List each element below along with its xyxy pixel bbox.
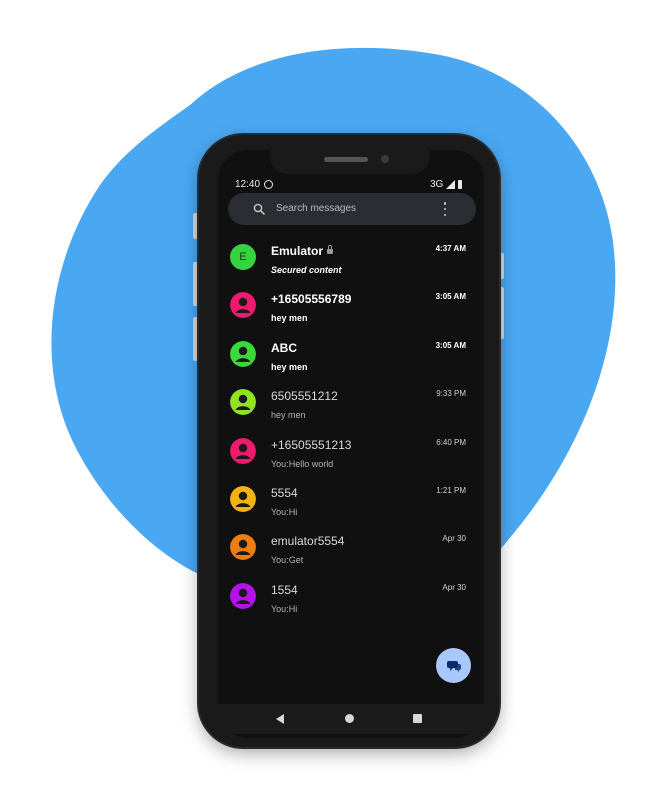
start-chat-button[interactable] xyxy=(436,648,471,683)
conversation-snippet: Secured content xyxy=(271,265,342,275)
conversation-name-text: 6505551212 xyxy=(271,389,338,404)
conversation-time: 9:33 PM xyxy=(436,389,466,399)
conversation-snippet: hey men xyxy=(271,361,308,372)
conversation-time: Apr 30 xyxy=(442,534,466,544)
conversation-name-text: Emulator xyxy=(271,244,324,258)
phone-side-button xyxy=(499,253,504,279)
conversation-time: 1:21 PM xyxy=(436,485,466,495)
conversation-time: Apr 30 xyxy=(442,582,466,592)
conversation-name-text: 1554 xyxy=(271,582,298,597)
avatar: E xyxy=(230,244,256,270)
conversation-time: 3:05 AM xyxy=(435,340,466,350)
conversation-name: 6505551212 xyxy=(271,389,338,403)
stage: 12:40 3G Search messages E Emulator Secure… xyxy=(0,0,672,800)
search-bar[interactable]: Search messages xyxy=(228,193,476,225)
conversation-name-text: +16505556789 xyxy=(271,292,352,307)
conversation-snippet: You:Hi xyxy=(271,603,298,614)
avatar-person-icon xyxy=(230,534,256,561)
start-chat-icon xyxy=(446,660,461,672)
conversation-row[interactable]: 1554 You:Hi Apr 30 xyxy=(218,575,484,623)
conversation-row[interactable]: E Emulator Secured content 4:37 AM xyxy=(218,236,484,284)
status-time: 12:40 xyxy=(235,179,261,190)
phone-camera xyxy=(381,155,389,163)
conversation-name: +16505556789 xyxy=(271,292,351,306)
more-vert-icon[interactable] xyxy=(443,202,447,216)
phone-speaker xyxy=(324,157,368,162)
settings-status-icon xyxy=(264,180,274,189)
conversation-snippet: hey men xyxy=(271,313,308,324)
phone-side-button xyxy=(193,262,198,306)
status-bar-left: 12:40 xyxy=(235,179,274,190)
conversation-snippet: You:Hello world xyxy=(271,458,334,469)
conversation-snippet: You:Get xyxy=(271,555,304,566)
phone-side-button xyxy=(499,287,504,339)
conversation-row[interactable]: +16505556789 hey men 3:05 AM xyxy=(218,284,484,332)
conversation-name: ABC xyxy=(271,341,297,355)
conversation-name: Emulator xyxy=(271,244,334,258)
battery-icon xyxy=(458,180,463,189)
conversation-row[interactable]: 5554 You:Hi 1:21 PM xyxy=(218,478,484,526)
conversation-name-text: emulator5554 xyxy=(271,534,345,549)
conversation-name: +16505551213 xyxy=(271,438,351,452)
avatar-person-icon xyxy=(230,582,256,609)
conversation-row[interactable]: 6505551212 hey men 9:33 PM xyxy=(218,381,484,429)
network-type: 3G xyxy=(430,179,444,190)
conversation-name: 1554 xyxy=(271,583,298,597)
phone-side-button xyxy=(193,213,198,239)
status-bar-right: 3G xyxy=(430,179,463,190)
avatar-person-icon xyxy=(230,292,256,319)
home-icon[interactable] xyxy=(345,714,354,723)
avatar-person-icon xyxy=(230,340,256,367)
conversation-snippet: You:Hi xyxy=(271,506,298,517)
conversation-row[interactable]: +16505551213 You:Hello world 6:40 PM xyxy=(218,430,484,478)
conversation-name: 5554 xyxy=(271,486,298,500)
phone-side-button xyxy=(193,317,198,361)
lock-icon xyxy=(327,245,334,254)
conversation-time: 3:05 AM xyxy=(435,292,466,302)
conversation-snippet: hey men xyxy=(271,410,306,421)
conversation-row[interactable]: emulator5554 You:Get Apr 30 xyxy=(218,526,484,574)
navigation-bar xyxy=(218,704,484,734)
signal-icon xyxy=(446,180,456,189)
conversation-name: emulator5554 xyxy=(271,534,344,548)
avatar-person-icon xyxy=(230,389,256,416)
conversation-name-text: +16505551213 xyxy=(271,437,352,452)
conversation-time: 4:37 AM xyxy=(435,244,466,253)
avatar-letter: E xyxy=(239,251,247,263)
conversation-list: E Emulator Secured content 4:37 AM +16505556… xyxy=(218,236,484,623)
search-input[interactable]: Search messages xyxy=(276,203,356,214)
avatar-person-icon xyxy=(230,485,256,512)
avatar-person-icon xyxy=(230,437,256,464)
search-icon[interactable] xyxy=(253,203,265,215)
conversation-row[interactable]: ABC hey men 3:05 AM xyxy=(218,333,484,381)
back-icon[interactable] xyxy=(276,714,284,724)
conversation-name-text: 5554 xyxy=(271,485,298,500)
conversation-name-text: ABC xyxy=(271,340,297,355)
conversation-time: 6:40 PM xyxy=(436,437,466,447)
recents-icon[interactable] xyxy=(413,714,422,723)
